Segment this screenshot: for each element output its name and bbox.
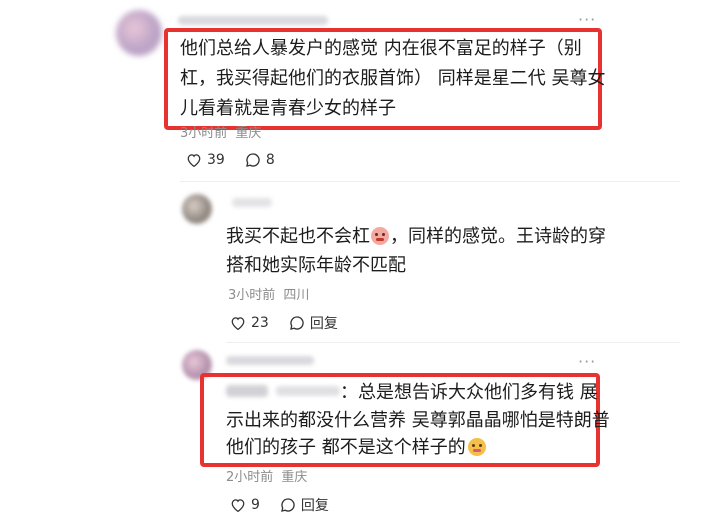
comment-actions: 23 回复 — [230, 313, 358, 333]
comment-location: 重庆 — [281, 470, 308, 485]
reply-button[interactable]: 8 — [245, 152, 275, 168]
username-blurred[interactable] — [232, 198, 272, 207]
divider — [226, 342, 680, 343]
mention-blurred — [276, 386, 340, 396]
comment-text-line: 他们总给人暴发户的感觉 内在很不富足的样子（别 — [180, 38, 582, 59]
like-button[interactable]: 39 — [186, 152, 225, 168]
avatar[interactable] — [182, 194, 212, 224]
emoji-icon — [371, 227, 389, 245]
comment-actions: 9 回复 — [230, 495, 349, 515]
username-blurred[interactable] — [226, 356, 314, 365]
comment-text-line: 儿看着就是青春少女的样子 — [180, 98, 396, 119]
reply-label: 回复 — [300, 498, 329, 514]
comment-time: 2小时前 — [226, 470, 274, 485]
like-button[interactable]: 23 — [230, 315, 269, 331]
heart-icon — [231, 317, 245, 330]
mention-blurred — [226, 385, 268, 397]
comment-text-line: ：总是想告诉大众他们多有钱 展 — [340, 382, 598, 403]
chat-bubble-icon — [289, 316, 304, 330]
comment-text-line: 我买不起也不会杠 ，同样的感觉。王诗龄的穿 — [226, 226, 606, 247]
comment-text-line: 搭和她实际年龄不匹配 — [226, 255, 406, 276]
comment-actions: 39 8 — [186, 152, 295, 168]
like-count: 9 — [251, 497, 260, 513]
reply-button[interactable]: 回复 — [289, 313, 338, 333]
comment-location: 重庆 — [235, 126, 262, 141]
reply-label: 回复 — [309, 316, 338, 332]
comment-meta: 3小时前 重庆 — [180, 122, 261, 141]
chat-bubble-icon — [245, 153, 260, 167]
heart-icon — [187, 154, 201, 167]
reply-button[interactable]: 回复 — [280, 495, 329, 515]
emoji-icon — [467, 438, 486, 456]
divider — [180, 181, 680, 182]
like-button[interactable]: 9 — [230, 497, 260, 513]
like-count: 39 — [207, 152, 225, 168]
reply-count: 8 — [265, 152, 275, 168]
comment-time: 3小时前 — [228, 288, 276, 303]
heart-icon — [231, 499, 245, 512]
like-count: 23 — [251, 315, 269, 331]
avatar[interactable] — [116, 10, 162, 56]
comment-time: 3小时前 — [180, 126, 228, 141]
more-dots-icon[interactable]: ··· — [578, 10, 596, 29]
comment-location: 四川 — [283, 288, 310, 303]
username-blurred[interactable] — [178, 16, 328, 25]
comment-text-line: 杠，我买得起他们的衣服首饰） 同样是星二代 吴尊女 — [180, 68, 606, 89]
chat-bubble-icon — [281, 498, 295, 512]
more-dots-icon[interactable]: ··· — [578, 352, 596, 371]
comment-meta: 3小时前 四川 — [228, 284, 309, 303]
comment-text-line: 他们的孩子 都不是这个样子的 — [226, 432, 486, 463]
comment-meta: 2小时前 重庆 — [226, 466, 307, 485]
